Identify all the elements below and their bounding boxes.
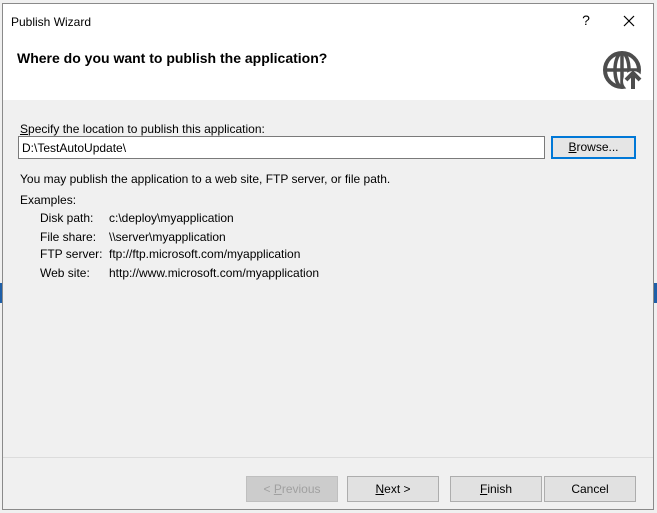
browse-button[interactable]: Browse... <box>551 136 636 159</box>
example-value: c:\deploy\myapplication <box>109 211 234 225</box>
wizard-header: Where do you want to publish the applica… <box>3 39 653 100</box>
globe-publish-icon <box>603 51 643 91</box>
page-title: Where do you want to publish the applica… <box>17 50 328 66</box>
next-button[interactable]: Next > <box>347 476 439 502</box>
finish-button[interactable]: Finish <box>450 476 542 502</box>
close-button[interactable] <box>618 10 640 32</box>
examples-label: Examples: <box>20 193 77 207</box>
help-button[interactable]: ? <box>579 12 593 30</box>
example-key: FTP server: <box>40 247 103 261</box>
example-value: ftp://ftp.microsoft.com/myapplication <box>109 247 301 261</box>
previous-button[interactable]: < Previous <box>246 476 338 502</box>
example-key: Web site: <box>40 266 90 280</box>
footer-divider <box>3 457 653 458</box>
location-label: Specify the location to publish this app… <box>20 122 265 136</box>
title-bar[interactable]: Publish Wizard ? <box>3 4 653 39</box>
publish-location-input[interactable] <box>18 136 545 159</box>
window-title: Publish Wizard <box>11 15 92 29</box>
close-icon <box>623 15 635 27</box>
example-value: \\server\myapplication <box>109 230 226 244</box>
info-text: You may publish the application to a web… <box>20 172 391 186</box>
example-key: Disk path: <box>40 211 94 225</box>
publish-wizard-dialog: Publish Wizard ? Where do you want to pu… <box>2 3 654 510</box>
example-value: http://www.microsoft.com/myapplication <box>109 266 320 280</box>
example-key: File share: <box>40 230 97 244</box>
cancel-button[interactable]: Cancel <box>544 476 636 502</box>
